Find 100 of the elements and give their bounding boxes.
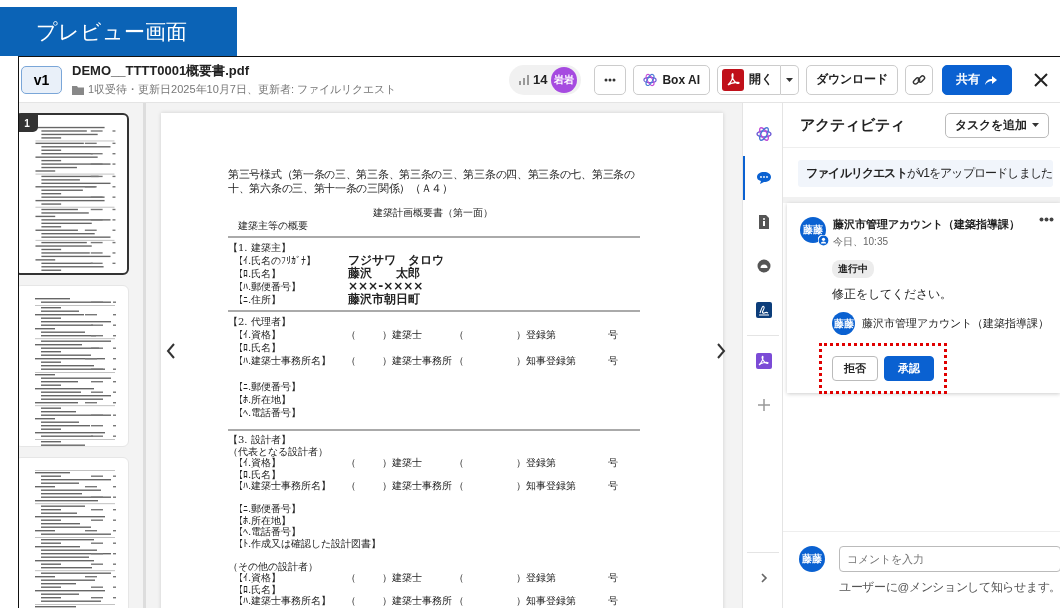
form-text: （: [454, 595, 465, 607]
viewers-pill[interactable]: 14 岩岩: [508, 64, 582, 95]
approve-button[interactable]: 承認: [884, 356, 934, 381]
signature-icon: [755, 302, 772, 318]
bars-icon: [518, 74, 529, 85]
section-heading: 【3. 設計者】: [228, 434, 292, 446]
box-ai-button[interactable]: Box AI: [633, 64, 710, 95]
circle-icon: [755, 258, 772, 274]
add-task-button[interactable]: タスクを追加: [945, 112, 1049, 138]
form-text: （: [346, 595, 357, 607]
dropdown-button[interactable]: [781, 64, 799, 95]
field-value: フジサワ タロウ: [347, 254, 445, 267]
form-text: ）建築士事務所: [382, 480, 453, 492]
author-name: 藤沢市管理アカウント（建築指導課）: [833, 217, 1020, 232]
form-text: （: [346, 354, 357, 367]
comment-field[interactable]: コメントを入力: [839, 546, 1060, 572]
field-label: 【ﾛ.氏名】: [232, 583, 283, 595]
form-text: 号: [608, 595, 619, 607]
form-text: 号: [608, 480, 619, 492]
form-text: ）建築士: [382, 572, 423, 584]
page-number: 1: [19, 114, 38, 132]
form-text: 号: [608, 457, 619, 469]
form-text: （: [454, 480, 465, 492]
chat-bubble-icon: [755, 170, 772, 186]
notice-text: ファイルリクエストがv1をアップロードしました: [806, 165, 1053, 182]
section-heading: 【2. 代理者】: [228, 315, 292, 328]
next-page-button[interactable]: [714, 341, 728, 361]
user-avatar: 藤藤: [799, 546, 825, 572]
assignee-name: 藤沢市管理アカウント（建築指導課）: [862, 316, 1049, 331]
section-heading: 【1. 建築主】: [228, 241, 292, 254]
previous-page-button[interactable]: [164, 341, 178, 361]
user-avatar: 藤藤: [832, 312, 855, 335]
user-avatar: 岩岩: [551, 66, 578, 93]
form-text: ）知事登録第: [516, 480, 577, 492]
field-label: 【ﾛ.氏名】: [232, 267, 283, 280]
field-label: 【ﾍ.電話番号】: [232, 406, 303, 419]
form-text: 号: [608, 572, 619, 584]
more-button[interactable]: [1039, 217, 1054, 222]
page-thumbnail[interactable]: [19, 285, 129, 447]
page-thumbnail[interactable]: [19, 457, 129, 608]
pdf-icon: [722, 68, 744, 91]
field-label: 【ﾍ.電話番号】: [232, 526, 303, 538]
form-text: ）登録第: [516, 328, 557, 341]
caret-icon: [786, 77, 793, 82]
task-badge-icon: [818, 235, 829, 246]
form-text: ）登録第: [516, 457, 557, 469]
form-text: ）建築士: [382, 457, 423, 469]
preview-label: プレビュー画面: [0, 7, 237, 56]
chevron-left-icon: [164, 341, 178, 361]
download-button[interactable]: ダウンロード: [806, 64, 898, 95]
form-text: ）建築士事務所: [382, 354, 453, 367]
form-text: （: [454, 572, 465, 584]
document-text: 第三号様式（第一条の三、第三条、第三条の三、第三条の四、第三条の七、第三条の十、第六条の三、第十一条の三関係）（Ａ４）: [228, 167, 636, 195]
task-message: 修正をしてください。: [832, 286, 952, 303]
form-text: ）登録第: [516, 572, 557, 584]
atom-icon: [643, 72, 658, 87]
file-meta: 1収受待・更新日2025年10月7日、更新者: ファイルリクエスト: [88, 82, 397, 97]
file-name: DEMO__TTTT0001概要書.pdf: [72, 62, 250, 80]
form-text: （: [346, 480, 357, 492]
open-button[interactable]: 開く: [717, 64, 781, 95]
folder-icon: [72, 84, 84, 95]
form-text: （: [454, 457, 465, 469]
status-badge: 進行中: [832, 260, 874, 278]
field-label: 【ﾊ.建築士事務所名】: [232, 595, 333, 607]
field-label: 【ﾛ.氏名】: [232, 468, 283, 480]
form-text: （: [346, 572, 357, 584]
document-title: 建築計画概要書（第一面）: [372, 206, 494, 219]
close-icon: [1034, 72, 1048, 87]
field-label: 【ﾎ.所在地】: [232, 393, 293, 406]
form-text: （: [346, 457, 357, 469]
field-label: 【ﾊ.建築士事務所名】: [232, 354, 333, 367]
link-button[interactable]: [905, 64, 933, 95]
field-label: 【ﾎ.所在地】: [232, 514, 293, 526]
field-label: 【ｲ.資格】: [232, 328, 283, 341]
mention-hint: ユーザーに@メンションして知らせます。: [839, 580, 1060, 595]
page-thumbnail[interactable]: 1: [19, 113, 129, 275]
section-heading: （その他の設計者）: [228, 560, 319, 572]
field-value: 藤沢市朝日町: [347, 293, 421, 306]
reject-button[interactable]: 拒否: [832, 356, 878, 381]
plus-icon: [755, 397, 772, 413]
panel-title: アクティビティ: [800, 115, 905, 135]
field-label: 【ﾆ.郵便番号】: [232, 380, 303, 393]
field-label: 【ｲ.資格】: [232, 572, 282, 584]
field-value: ×××-××××: [347, 280, 425, 293]
pdf-icon: [755, 353, 772, 369]
form-text: （: [346, 328, 357, 341]
form-text: （: [454, 328, 465, 341]
atom-icon: [755, 126, 772, 142]
version-button[interactable]: v1: [21, 65, 62, 94]
field-value: 藤沢 太郎: [347, 267, 421, 280]
field-label: 【ﾆ.住所】: [232, 293, 283, 306]
share-button[interactable]: 共有: [942, 64, 1012, 95]
form-text: 号: [608, 328, 619, 341]
more-icon: [604, 77, 617, 82]
form-text: 号: [608, 354, 619, 367]
user-avatar: 藤藤: [800, 217, 826, 243]
form-text: ）建築士: [382, 328, 423, 341]
chevron-right-icon: [714, 341, 728, 361]
view-count: 14: [532, 72, 548, 87]
section-heading: （代表となる設計者）: [228, 445, 329, 457]
